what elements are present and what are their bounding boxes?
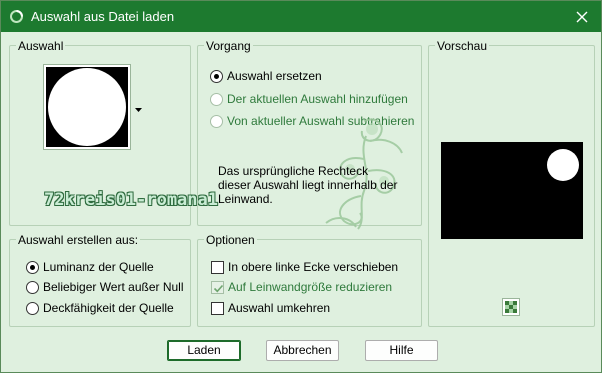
radio-auswahl-hinzufuegen[interactable]: Der aktuellen Auswahl hinzufügen — [210, 91, 408, 107]
erstellen-group-title: Auswahl erstellen aus: — [16, 233, 141, 247]
radio-button[interactable] — [210, 92, 223, 106]
radio-auswahl-ersetzen[interactable]: Auswahl ersetzen — [210, 68, 322, 84]
radio-label: Luminanz der Quelle — [43, 260, 154, 274]
radio-button[interactable] — [210, 69, 223, 83]
close-icon — [576, 11, 588, 22]
radio-label: Deckfähigkeit der Quelle — [43, 301, 174, 315]
checkbox-label: Auf Leinwandgröße reduzieren — [228, 280, 393, 294]
checkbox[interactable] — [211, 280, 224, 294]
radio-deckfaehigkeit[interactable]: Deckfähigkeit der Quelle — [26, 300, 174, 316]
radio-beliebiger-wert[interactable]: Beliebiger Wert außer Null — [26, 279, 184, 295]
close-button[interactable] — [571, 6, 593, 27]
selection-thumbnail[interactable] — [43, 64, 131, 150]
checkbox-obere-linke-ecke[interactable]: In obere linke Ecke verschieben — [211, 259, 398, 275]
radio-label: Beliebiger Wert außer Null — [43, 280, 184, 294]
hilfe-button[interactable]: Hilfe — [365, 340, 438, 361]
window-title: Auswahl aus Datei laden — [31, 9, 175, 24]
vorschau-group-title: Vorschau — [435, 39, 490, 53]
checkbox-leinwandgroesse[interactable]: Auf Leinwandgröße reduzieren — [211, 279, 392, 295]
preview-canvas — [441, 142, 583, 239]
vorschau-group: Vorschau — [428, 40, 595, 327]
radio-button[interactable] — [210, 114, 223, 128]
app-icon — [10, 10, 23, 23]
checkbox-label: Auswahl umkehren — [228, 301, 331, 315]
checkbox-auswahl-umkehren[interactable]: Auswahl umkehren — [211, 300, 330, 316]
selection-circle-preview — [48, 68, 126, 146]
radio-button[interactable] — [26, 301, 39, 315]
radio-label: Auswahl ersetzen — [227, 69, 322, 83]
radio-button[interactable] — [26, 260, 39, 274]
dropdown-arrow-icon[interactable] — [135, 102, 142, 116]
preview-circle — [547, 149, 579, 181]
auswahl-group: Auswahl 72kreis01-romana1 — [9, 40, 218, 226]
checkerboard-icon[interactable] — [502, 298, 520, 316]
vorgang-info-text: Das ursprüngliche Rechteck dieser Auswah… — [218, 164, 398, 206]
dialog-window: Auswahl aus Datei laden Auswahl 72kreis0… — [0, 0, 602, 373]
radio-luminanz[interactable]: Luminanz der Quelle — [26, 259, 154, 275]
radio-label: Der aktuellen Auswahl hinzufügen — [227, 92, 408, 106]
auswahl-group-title: Auswahl — [16, 39, 66, 53]
watermark-text: 72kreis01-romana1 — [44, 190, 218, 210]
title-bar: Auswahl aus Datei laden — [1, 1, 601, 32]
laden-button[interactable]: Laden — [167, 340, 241, 361]
checkbox[interactable] — [211, 301, 224, 315]
optionen-group-title: Optionen — [204, 233, 257, 247]
checkbox-label: In obere linke Ecke verschieben — [228, 260, 399, 274]
vorgang-group-title: Vorgang — [204, 39, 253, 53]
abbrechen-button[interactable]: Abbrechen — [266, 340, 339, 361]
checkbox[interactable] — [211, 260, 224, 274]
checkmark-icon — [213, 284, 224, 292]
radio-button[interactable] — [26, 280, 39, 294]
